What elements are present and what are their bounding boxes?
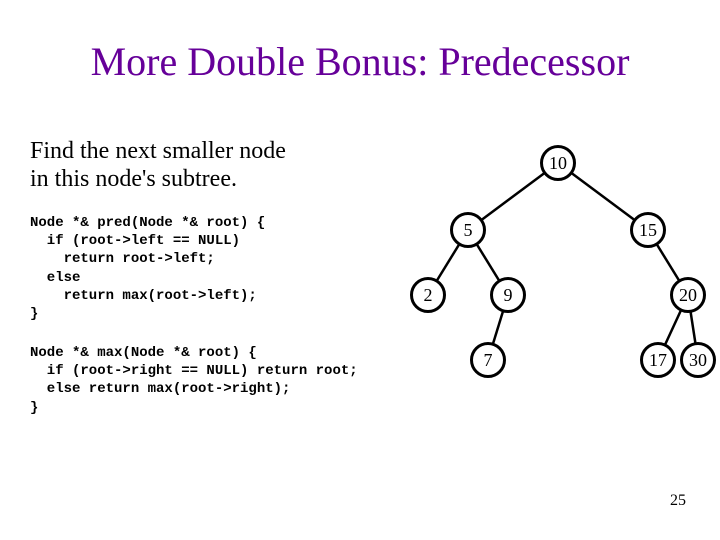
slide-title: More Double Bonus: Predecessor — [0, 38, 720, 85]
tree-node-2: 2 — [410, 277, 446, 313]
slide-number: 25 — [670, 492, 686, 510]
tree-node-20: 20 — [670, 277, 706, 313]
tree-node-17: 17 — [640, 342, 676, 378]
tree-diagram: 10 5 15 2 9 20 7 17 30 — [395, 130, 715, 430]
code-block-max: Node *& max(Node *& root) { if (root->ri… — [30, 344, 358, 417]
subtitle-line-2: in this node's subtree. — [30, 166, 286, 194]
code-block-pred: Node *& pred(Node *& root) { if (root->l… — [30, 214, 265, 323]
tree-node-9: 9 — [490, 277, 526, 313]
tree-node-5: 5 — [450, 212, 486, 248]
subtitle: Find the next smaller node in this node'… — [30, 138, 286, 193]
tree-node-7: 7 — [470, 342, 506, 378]
tree-node-15: 15 — [630, 212, 666, 248]
tree-node-30: 30 — [680, 342, 716, 378]
tree-node-10: 10 — [540, 145, 576, 181]
subtitle-line-1: Find the next smaller node — [30, 138, 286, 166]
